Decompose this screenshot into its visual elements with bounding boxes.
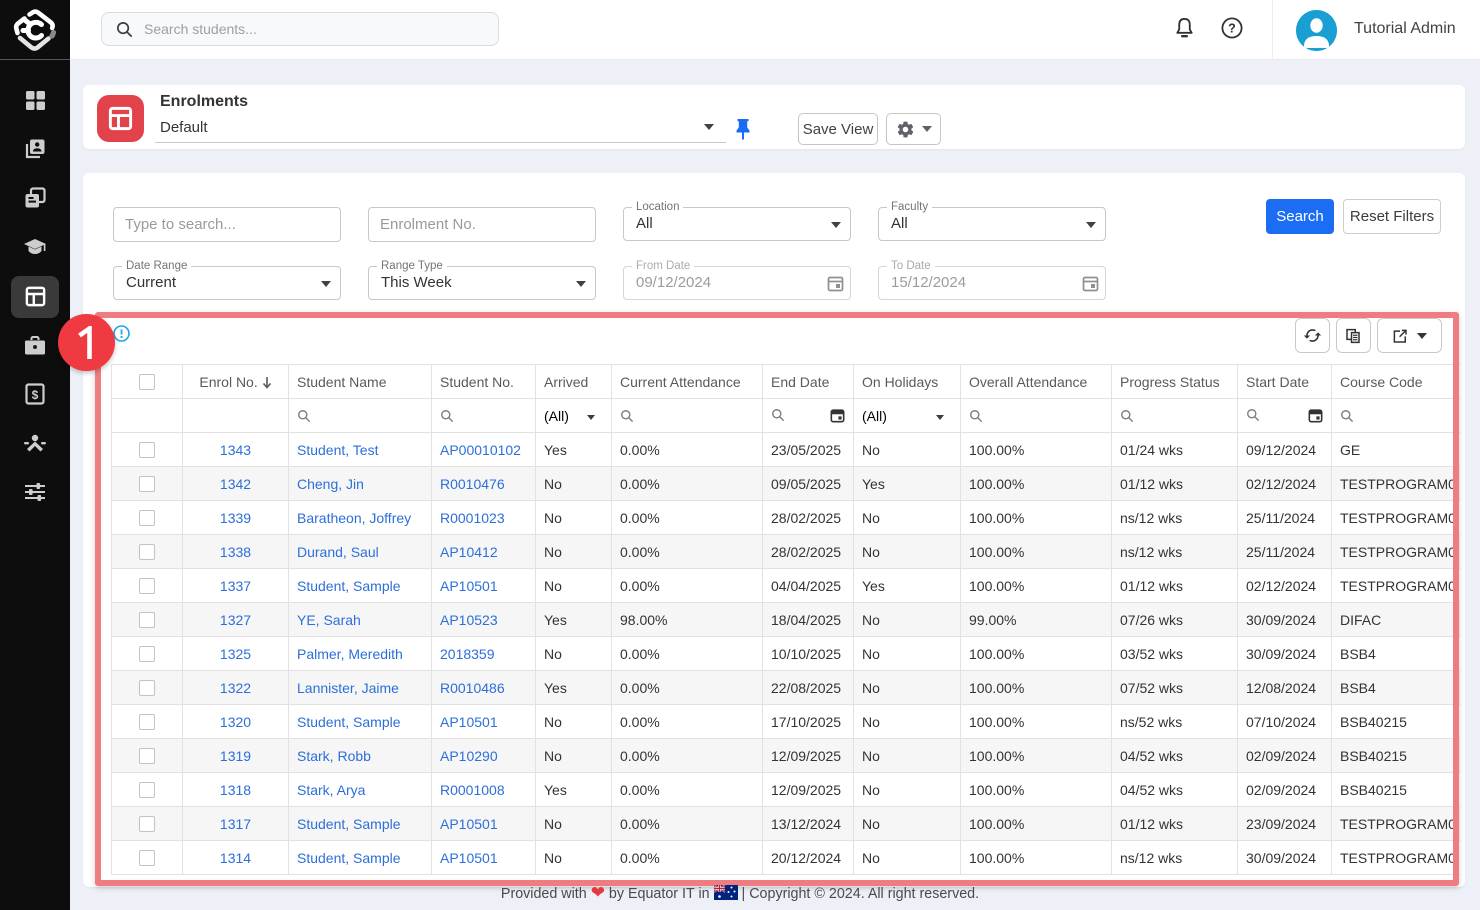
svg-text:?: ? bbox=[1228, 22, 1236, 36]
svg-text:$: $ bbox=[32, 388, 39, 402]
